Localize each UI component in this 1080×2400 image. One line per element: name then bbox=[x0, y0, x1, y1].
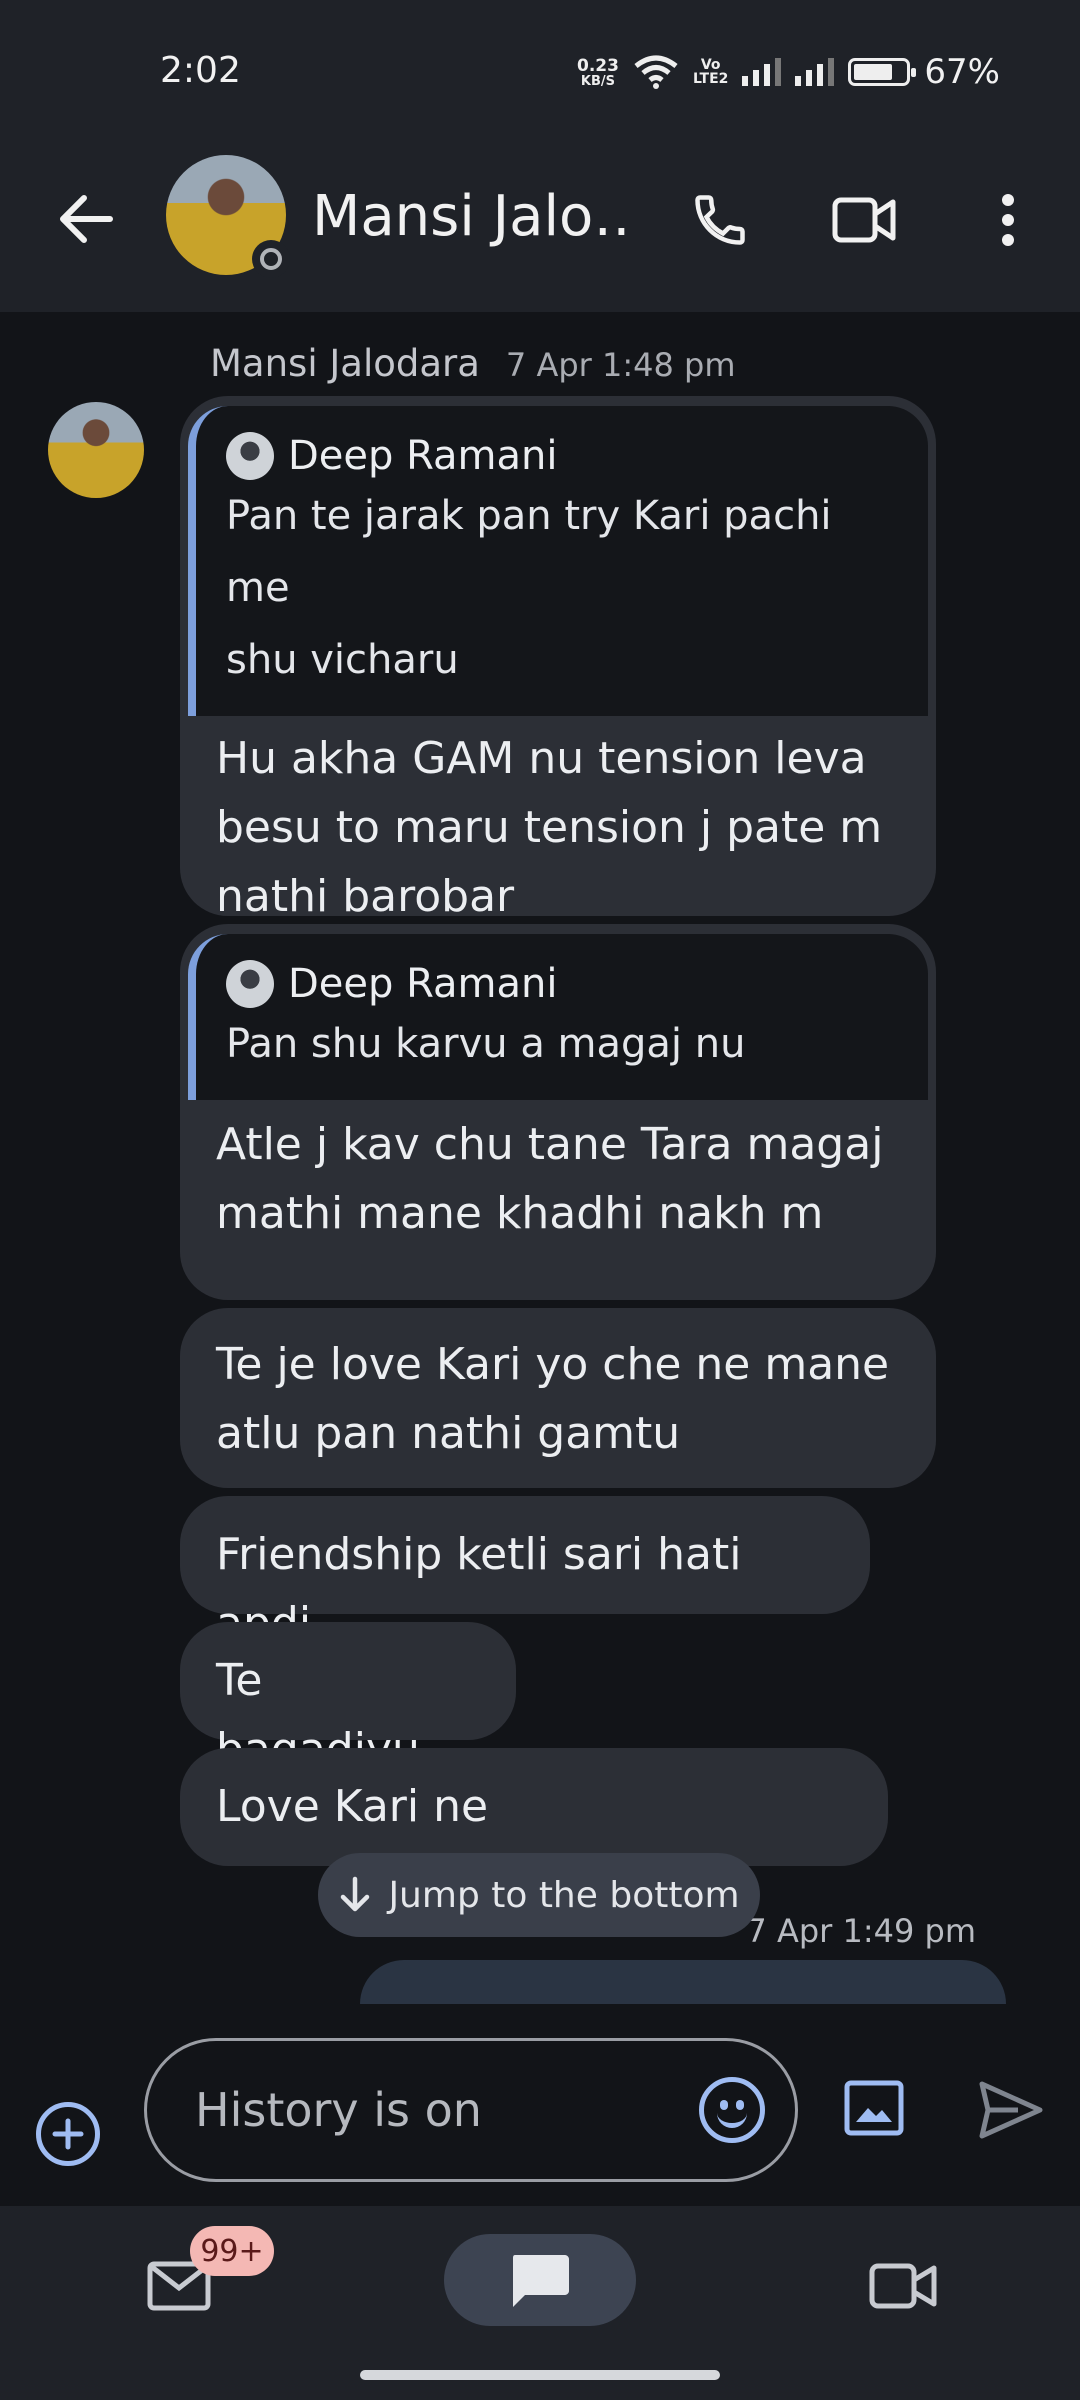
back-arrow-icon bbox=[60, 195, 113, 243]
quote-author: Deep Ramani bbox=[226, 432, 898, 480]
message-text: Love Kari ne bbox=[180, 1772, 888, 1841]
volte-top: Vo bbox=[700, 57, 721, 73]
message-text: Atle j kav chu tane Tara magaj mathi man… bbox=[180, 1100, 936, 1248]
call-button[interactable] bbox=[680, 180, 760, 260]
message-line: besu to maru tension j pate m bbox=[216, 802, 883, 853]
video-call-button[interactable] bbox=[824, 180, 904, 260]
image-icon bbox=[844, 2080, 904, 2136]
quoted-message[interactable]: Deep Ramani Pan te jarak pan try Kari pa… bbox=[188, 406, 928, 716]
message-text: Hu akha GAM nu tension leva besu to maru… bbox=[180, 716, 936, 931]
quote-line: shu vicharu bbox=[226, 637, 459, 683]
send-button[interactable] bbox=[978, 2080, 1044, 2140]
message-line: Hu akha GAM nu tension leva bbox=[216, 733, 867, 784]
message-bubble[interactable]: Deep Ramani Pan shu karvu a magaj nu Atl… bbox=[180, 924, 936, 1300]
network-speed-value: 0.23 bbox=[577, 55, 619, 76]
message-composer bbox=[0, 2004, 1080, 2206]
status-bar: 2:02 0.23 KB/S Vo LTE2 67% bbox=[0, 0, 1080, 140]
signal-icon bbox=[742, 58, 782, 86]
nav-chat[interactable] bbox=[444, 2234, 636, 2326]
quote-author: Deep Ramani bbox=[226, 960, 898, 1008]
volte-indicator: Vo LTE2 bbox=[693, 58, 728, 86]
message-line: Te je love Kari yo che ne mane bbox=[216, 1339, 890, 1390]
chat-icon bbox=[513, 2255, 569, 2307]
quote-text: Pan shu karvu a magaj nu bbox=[226, 1008, 898, 1080]
home-indicator[interactable] bbox=[360, 2370, 720, 2380]
quote-line: Pan shu karvu a magaj nu bbox=[226, 1021, 746, 1067]
quoted-message[interactable]: Deep Ramani Pan shu karvu a magaj nu bbox=[188, 934, 928, 1100]
unread-badge: 99+ bbox=[190, 2226, 274, 2276]
phone-icon bbox=[695, 195, 745, 245]
outgoing-timestamp: 7 Apr 1:49 pm bbox=[746, 1912, 976, 1950]
sender-name: Mansi Jalodara bbox=[210, 342, 480, 385]
message-line: Love Kari ne bbox=[216, 1781, 489, 1832]
quote-author-avatar bbox=[226, 960, 274, 1008]
arrow-down-icon bbox=[341, 1876, 370, 1912]
volte-bottom: LTE2 bbox=[692, 71, 729, 87]
video-camera-icon bbox=[869, 2263, 937, 2309]
signal-icon-2 bbox=[795, 58, 835, 86]
message-input[interactable] bbox=[195, 2083, 665, 2137]
status-time: 2:02 bbox=[160, 50, 241, 91]
outgoing-message-bubble[interactable] bbox=[360, 1960, 1006, 2004]
message-line: nathi barobar bbox=[216, 871, 515, 922]
add-attachment-button[interactable] bbox=[36, 2102, 100, 2166]
jump-to-bottom-button[interactable]: Jump to the bottom bbox=[318, 1853, 760, 1937]
emoji-icon[interactable] bbox=[699, 2077, 765, 2143]
message-input-container[interactable] bbox=[144, 2038, 798, 2182]
status-icons: 0.23 KB/S Vo LTE2 67% bbox=[577, 50, 1000, 94]
nav-meet[interactable] bbox=[868, 2258, 938, 2314]
back-button[interactable] bbox=[50, 184, 120, 254]
battery-icon bbox=[848, 58, 917, 86]
quote-author-name: Deep Ramani bbox=[288, 961, 558, 1007]
chat-header: Mansi Jalo… bbox=[0, 140, 1080, 312]
quote-line: Pan te jarak pan try Kari pachi me bbox=[226, 493, 832, 611]
message-bubble[interactable]: Te bagadiyu bbox=[180, 1622, 516, 1775]
sender-avatar[interactable] bbox=[48, 402, 144, 498]
message-line: mathi mane khadhi nakh m bbox=[216, 1188, 824, 1239]
contact-name[interactable]: Mansi Jalo… bbox=[312, 184, 632, 249]
send-icon bbox=[979, 2081, 1043, 2139]
quote-author-avatar bbox=[226, 432, 274, 480]
network-speed: 0.23 KB/S bbox=[577, 57, 619, 88]
quote-author-name: Deep Ramani bbox=[288, 433, 558, 479]
message-bubble[interactable]: Love Kari ne bbox=[180, 1748, 888, 1866]
more-vert-icon bbox=[1002, 194, 1014, 246]
quote-text: Pan te jarak pan try Kari pachi me shu v… bbox=[226, 480, 898, 696]
bottom-navigation: 99+ bbox=[0, 2206, 1080, 2400]
message-bubble[interactable]: Deep Ramani Pan te jarak pan try Kari pa… bbox=[180, 396, 936, 922]
message-bubble[interactable]: Te je love Kari yo che ne mane atlu pan … bbox=[180, 1308, 936, 1488]
presence-indicator bbox=[252, 240, 290, 278]
message-text: Te je love Kari yo che ne mane atlu pan … bbox=[180, 1330, 936, 1468]
add-circle-icon bbox=[52, 2118, 84, 2150]
video-camera-icon bbox=[832, 197, 896, 243]
jump-to-bottom-label: Jump to the bottom bbox=[388, 1874, 740, 1916]
sender-line: Mansi Jalodara 7 Apr 1:48 pm bbox=[210, 342, 736, 385]
image-button[interactable] bbox=[844, 2080, 904, 2136]
network-speed-unit: KB/S bbox=[580, 73, 616, 89]
more-options-button[interactable] bbox=[968, 180, 1048, 260]
wifi-icon bbox=[634, 55, 678, 89]
battery-percent: 67% bbox=[924, 52, 1000, 92]
sender-timestamp: 7 Apr 1:48 pm bbox=[505, 346, 736, 384]
message-line: atlu pan nathi gamtu bbox=[216, 1408, 681, 1459]
message-line: Atle j kav chu tane Tara magaj bbox=[216, 1119, 884, 1170]
message-bubble[interactable]: Friendship ketli sari hati apdi bbox=[180, 1496, 870, 1649]
